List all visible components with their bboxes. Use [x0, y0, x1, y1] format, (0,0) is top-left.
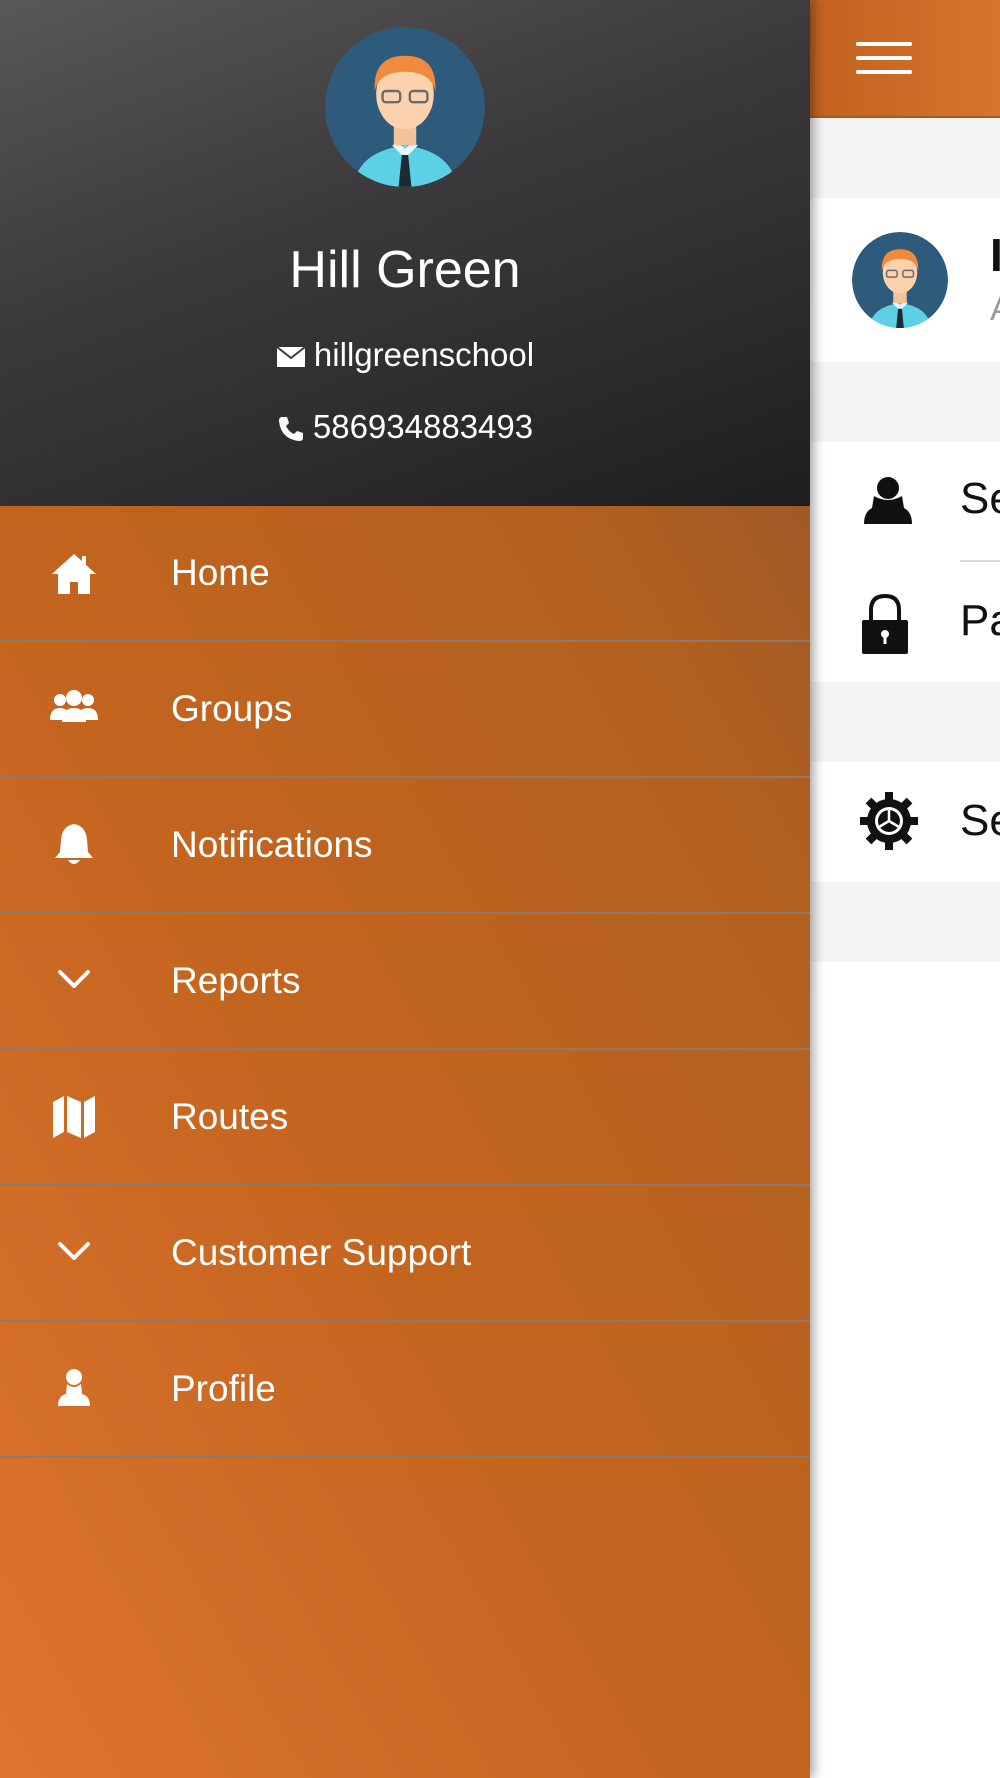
drawer-menu: Home Groups Notifications Reports Routes… [0, 506, 810, 1778]
section-spacer [810, 118, 1000, 198]
menu-item-label: Customer Support [171, 1232, 472, 1273]
menu-item-label: Groups [171, 688, 293, 729]
groups-icon [50, 690, 98, 722]
section-spacer [810, 682, 1000, 762]
chevron-down-icon [58, 970, 90, 988]
menu-item-label: Routes [171, 1096, 289, 1137]
user-phone-row: 586934883493 [0, 408, 810, 446]
profile-subtitle: A [990, 290, 1000, 329]
home-icon [52, 554, 96, 594]
section-spacer [810, 882, 1000, 962]
bell-icon [55, 824, 93, 864]
gear-icon [860, 792, 918, 850]
person-icon [58, 1369, 90, 1406]
account-section: Se Pa [810, 442, 1000, 682]
menu-item-customer-support[interactable]: Customer Support [0, 1186, 810, 1322]
settings-row-account[interactable]: Se [810, 442, 1000, 560]
row-label: Se [960, 474, 1000, 523]
hamburger-menu-button[interactable] [856, 42, 912, 74]
menu-item-label: Profile [171, 1368, 276, 1409]
section-spacer [810, 362, 1000, 442]
menu-item-notifications[interactable]: Notifications [0, 778, 810, 914]
profile-card[interactable]: I A [810, 198, 1000, 362]
menu-item-groups[interactable]: Groups [0, 642, 810, 778]
user-email-row: hillgreenschool [0, 336, 810, 374]
settings-row-password[interactable]: Pa [810, 562, 1000, 682]
row-label: Se [960, 796, 1000, 845]
settings-row-settings[interactable]: Se [810, 762, 1000, 882]
avatar-icon [852, 232, 948, 328]
mail-icon [276, 346, 306, 368]
top-app-bar [810, 0, 1000, 118]
row-label: Pa [960, 596, 1000, 645]
main-screen: I A Se Pa [810, 0, 1000, 1778]
profile-name: I [990, 229, 1000, 281]
menu-item-home[interactable]: Home [0, 506, 810, 642]
avatar-icon [325, 27, 485, 187]
menu-item-label: Notifications [171, 824, 373, 865]
user-avatar [325, 27, 485, 187]
settings-section: Se [810, 762, 1000, 882]
menu-item-reports[interactable]: Reports [0, 914, 810, 1050]
chevron-down-icon [58, 1242, 90, 1260]
user-email: hillgreenschool [313, 336, 535, 373]
navigation-drawer: Hill Green hillgreenschool 586934883493 … [0, 0, 810, 1778]
person-icon [864, 477, 912, 524]
lock-icon [862, 593, 908, 654]
drawer-header: Hill Green hillgreenschool 586934883493 [0, 0, 810, 506]
menu-item-label: Home [171, 552, 270, 593]
menu-item-routes[interactable]: Routes [0, 1050, 810, 1186]
user-name: Hill Green [289, 241, 521, 299]
menu-item-label: Reports [171, 960, 301, 1001]
menu-item-profile[interactable]: Profile [0, 1322, 810, 1458]
user-phone: 586934883493 [312, 408, 534, 445]
avatar [852, 232, 948, 328]
phone-icon [278, 417, 303, 442]
map-icon [53, 1096, 95, 1138]
